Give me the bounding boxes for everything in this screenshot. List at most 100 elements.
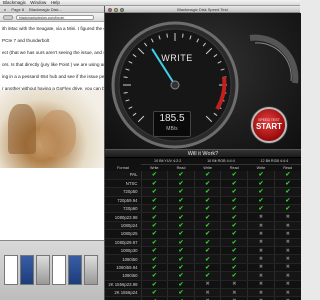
format-name: PAL [105,171,141,180]
check-icon: ✔ [231,248,237,255]
status-cell: ✖ [247,288,275,298]
status-cell: ✖ [273,288,301,298]
format-name: 720p59.94 [105,196,141,206]
check-icon: ✔ [205,273,211,280]
address-bar[interactable]: blackmagicdesign.com/forum [16,15,94,20]
table-row: 1080p25 ✔ ✔ ✔ ✔ ✖ ✖ [105,229,301,239]
status-cell: ✔ [140,238,168,248]
status-cell: ✔ [167,280,195,289]
status-cell: ✔ [220,212,248,222]
status-cell: ✔ [247,171,275,180]
table-row: 1080p24 ✔ ✔ ✔ ✔ ✖ ✖ [105,221,301,231]
check-icon: ✔ [178,239,184,246]
dock-thumbnail[interactable] [4,255,18,285]
check-icon: ✔ [178,189,184,196]
dock-thumbnail[interactable] [52,255,66,285]
cross-icon: ✖ [285,272,290,279]
status-cell: ✔ [167,187,195,197]
status-cell: ✖ [247,263,275,273]
status-cell: ✔ [140,212,168,222]
speed-gauge-area: WRITE 185.5 MB/s SPEED TEST START [105,13,301,149]
dial-tick [182,33,184,38]
browser-tab[interactable]: n [4,7,6,12]
status-cell: ✔ [193,187,221,197]
status-cell: ✔ [193,254,221,264]
dock-strip [0,240,106,300]
check-icon: ✔ [151,197,157,204]
cross-icon: ✖ [258,222,264,229]
status-cell: ✖ [220,288,248,298]
back-forward-buttons[interactable] [3,15,13,20]
status-cell: ✔ [193,171,221,180]
status-cell: ✔ [140,229,168,239]
check-icon: ✔ [205,214,211,221]
cross-icon: ✖ [258,281,264,288]
mode-label: WRITE [161,53,193,63]
dock-thumbnail[interactable] [84,255,98,285]
check-icon: ✔ [178,181,184,188]
dock-thumbnail[interactable] [36,255,50,285]
status-cell: ✔ [220,238,248,248]
status-cell: ✖ [247,229,275,239]
browser-tab[interactable]: Blackmagic Disk... [29,7,62,12]
menu-help[interactable]: Help [51,0,60,5]
check-icon: ✔ [151,181,157,188]
check-icon: ✔ [258,197,264,204]
status-cell: ✔ [167,288,195,298]
close-icon[interactable] [108,7,112,12]
status-cell: ✖ [273,280,301,289]
forum-text-line: ect (that we has ours aren't seeing the … [2,50,104,55]
status-cell: ✖ [247,246,275,256]
status-cell: ✔ [273,196,301,206]
minimize-icon[interactable] [114,7,118,12]
check-icon: ✔ [258,206,264,213]
panel-title: Will it Work? [105,149,301,158]
format-name: 1080i50 [105,254,141,264]
check-icon: ✔ [231,206,237,213]
crowd-photo [0,90,104,168]
menu-app[interactable]: Blackmagic [3,0,26,5]
dock-thumbnail[interactable] [20,255,34,285]
check-icon: ✔ [205,239,211,246]
cross-icon: ✖ [258,272,264,279]
status-cell: ✖ [247,212,275,222]
status-cell: ✔ [220,221,248,231]
check-icon: ✔ [205,223,211,230]
table-row: 1080i50 ✔ ✔ ✔ ✔ ✖ ✖ [105,254,301,264]
check-icon: ✔ [258,181,264,188]
check-icon: ✔ [205,231,211,238]
format-name: 1080p30 [105,246,141,256]
zoom-icon[interactable] [120,7,124,12]
cross-icon: ✖ [285,281,290,288]
status-cell: ✔ [247,179,275,189]
status-cell: ✔ [193,179,221,189]
cross-icon: ✖ [285,264,290,271]
check-icon: ✔ [205,256,211,263]
check-icon: ✔ [285,197,291,204]
check-icon: ✔ [178,197,184,204]
forum-text-line: PCIe 7 and thunderbolt [2,38,50,43]
browser-tab[interactable]: Page 8 [11,7,24,12]
status-cell: ✔ [220,204,248,214]
status-cell: ✔ [167,212,195,222]
check-icon: ✔ [205,248,211,255]
check-icon: ✔ [231,256,237,263]
check-icon: ✔ [231,239,237,246]
status-cell: ✔ [140,280,168,289]
check-icon: ✔ [151,248,157,255]
check-icon: ✔ [151,256,157,263]
check-icon: ✔ [285,206,291,213]
status-cell: ✔ [167,179,195,189]
check-icon: ✔ [178,248,184,255]
status-cell: ✔ [193,204,221,214]
table-row: NTSC ✔ ✔ ✔ ✔ ✔ ✔ [105,179,301,189]
status-cell: ✔ [140,196,168,206]
format-name: 1080i60 [105,271,141,281]
dock-thumbnail[interactable] [68,255,82,285]
status-cell: ✔ [140,171,168,180]
status-cell: ✔ [193,229,221,239]
menu-window[interactable]: Window [30,0,46,5]
check-icon: ✔ [231,189,237,196]
status-cell: ✖ [247,238,275,248]
start-button[interactable]: SPEED TEST START [251,107,287,143]
